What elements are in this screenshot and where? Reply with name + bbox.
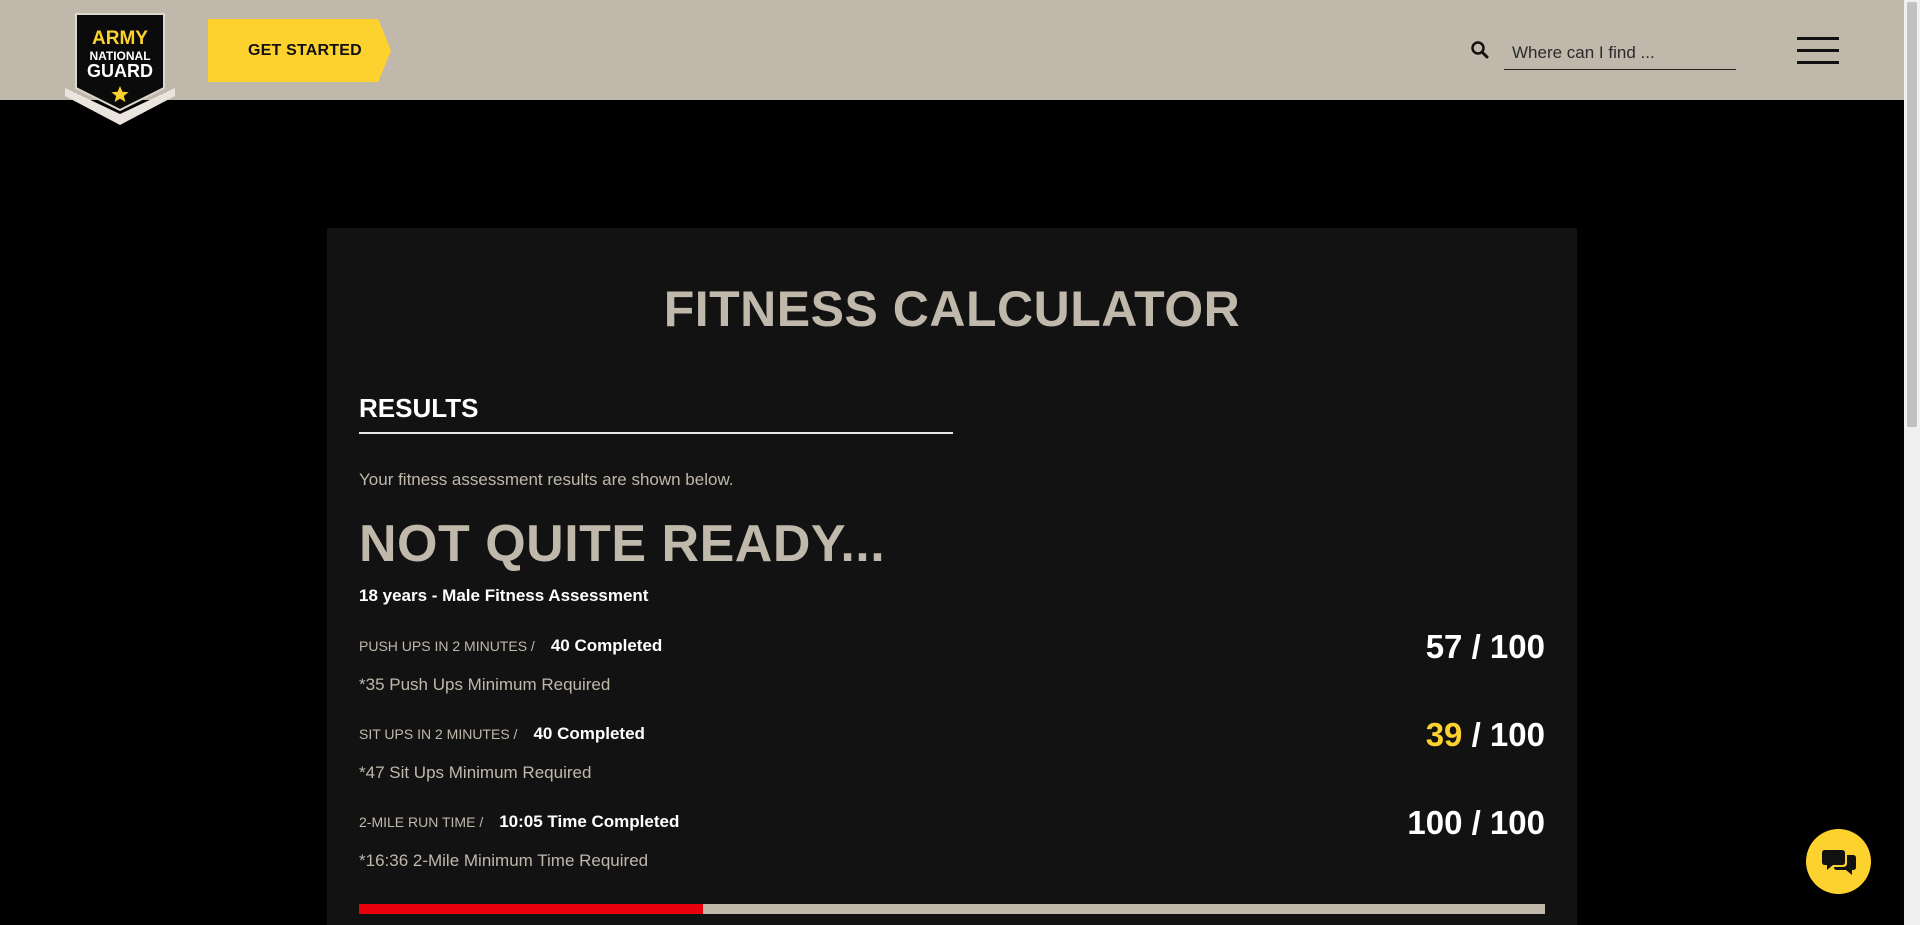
pushups-completed: 40 Completed [550,636,663,655]
fitness-calculator-card: FITNESS CALCULATOR RESULTS Your fitness … [327,228,1577,925]
search-input[interactable] [1504,36,1736,70]
page-title: FITNESS CALCULATOR [663,281,1241,337]
results-intro: Your fitness assessment results are show… [359,470,734,489]
readiness-progress-bar [359,904,1545,914]
run-time-label-text: 2-MILE RUN TIME / [359,814,484,830]
get-started-button[interactable]: GET STARTED [208,19,391,82]
run-time-completed: 10:05 Time Completed [499,812,680,831]
readiness-progress-fill [359,904,703,914]
situps-score: 39 / 100 [1426,716,1545,754]
site-header: ARMY NATIONAL GUARD GET STARTED [0,0,1904,125]
situps-score-max: / 100 [1471,716,1545,753]
run-time-minimum-note: *16:36 2-Mile Minimum Time Required [359,851,649,870]
situps-minimum-note: *47 Sit Ups Minimum Required [359,763,592,782]
search-icon[interactable] [1470,40,1490,60]
situps-score-value: 39 [1425,716,1463,753]
pushups-minimum-note: *35 Push Ups Minimum Required [359,675,611,694]
run-time-score-max: / 100 [1471,804,1545,841]
pushups-score-max: / 100 [1471,628,1545,665]
situps-label: SIT UPS IN 2 MINUTES / 40 Completed [359,724,645,744]
chat-button[interactable] [1806,829,1871,894]
run-time-score: 100 / 100 [1407,804,1545,842]
pushups-label: PUSH UPS IN 2 MINUTES / 40 Completed [359,636,662,656]
logo-text-guard: GUARD [87,61,153,81]
pushups-label-text: PUSH UPS IN 2 MINUTES / [359,638,535,654]
run-time-score-value: 100 [1407,804,1463,841]
results-heading: RESULTS [359,393,953,434]
scrollbar-thumb[interactable] [1907,2,1917,427]
readiness-verdict: NOT QUITE READY... [359,515,886,573]
army-national-guard-logo[interactable]: ARMY NATIONAL GUARD [65,0,175,125]
pushups-score-value: 57 [1425,628,1463,665]
chat-bubbles-icon [1821,849,1856,875]
logo-text-army: ARMY [92,28,148,49]
hamburger-menu-icon[interactable] [1797,37,1839,64]
run-time-label: 2-MILE RUN TIME / 10:05 Time Completed [359,812,679,832]
page-scrollbar[interactable] [1904,0,1920,925]
pushups-score: 57 / 100 [1426,628,1545,666]
situps-completed: 40 Completed [533,724,645,743]
situps-label-text: SIT UPS IN 2 MINUTES / [359,726,518,742]
assessment-summary: 18 years - Male Fitness Assessment [359,586,649,605]
